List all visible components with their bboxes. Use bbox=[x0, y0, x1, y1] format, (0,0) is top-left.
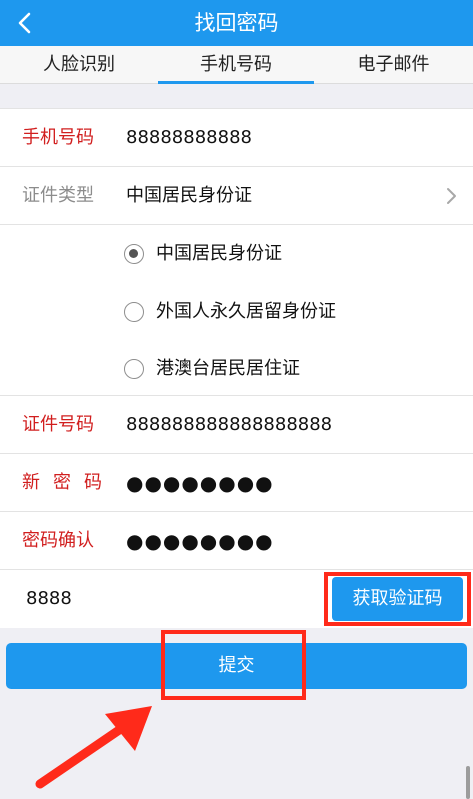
active-tab-indicator bbox=[158, 81, 314, 84]
confirm-password-label: 密码确认 bbox=[22, 530, 94, 551]
chevron-right-icon bbox=[447, 188, 456, 204]
recovery-form: 手机号码 88888888888 证件类型 中国居民身份证 中国居民身份证 外国… bbox=[0, 108, 473, 628]
id-type-label: 证件类型 bbox=[22, 185, 94, 206]
tab-bar: 人脸识别 手机号码 电子邮件 bbox=[0, 46, 473, 84]
id-option-label: 港澳台居民居住证 bbox=[156, 358, 300, 379]
new-password-label: 新密码 bbox=[22, 472, 115, 493]
id-number-label: 证件号码 bbox=[22, 414, 94, 435]
phone-row: 手机号码 88888888888 bbox=[0, 109, 473, 167]
header-bar: 找回密码 bbox=[0, 0, 473, 46]
new-password-row: 新密码 ●●●●●●●● bbox=[0, 454, 473, 512]
phone-input[interactable]: 88888888888 bbox=[126, 109, 252, 167]
id-option-label: 中国居民身份证 bbox=[156, 243, 282, 264]
id-type-row[interactable]: 证件类型 中国居民身份证 bbox=[0, 167, 473, 225]
new-password-input[interactable]: ●●●●●●●● bbox=[126, 454, 274, 512]
get-code-button[interactable]: 获取验证码 bbox=[332, 577, 463, 621]
id-type-value: 中国居民身份证 bbox=[126, 185, 252, 206]
confirm-password-row: 密码确认 ●●●●●●●● bbox=[0, 512, 473, 570]
id-option-label: 外国人永久居留身份证 bbox=[156, 301, 336, 322]
radio-checked-icon[interactable] bbox=[124, 244, 144, 264]
radio-unchecked-icon[interactable] bbox=[124, 359, 144, 379]
id-number-row: 证件号码 888888888888888888 bbox=[0, 396, 473, 454]
radio-unchecked-icon[interactable] bbox=[124, 302, 144, 322]
tab-email[interactable]: 电子邮件 bbox=[314, 46, 473, 84]
scrollbar[interactable] bbox=[466, 766, 470, 799]
page-title: 找回密码 bbox=[194, 11, 279, 35]
id-number-input[interactable]: 888888888888888888 bbox=[126, 396, 332, 454]
tab-phone-number[interactable]: 手机号码 bbox=[158, 46, 314, 84]
highlight-frame bbox=[161, 630, 306, 700]
id-type-options: 中国居民身份证 外国人永久居留身份证 港澳台居民居住证 bbox=[0, 225, 473, 396]
phone-label: 手机号码 bbox=[22, 127, 94, 148]
tab-face-recognition[interactable]: 人脸识别 bbox=[0, 46, 158, 84]
confirm-password-input[interactable]: ●●●●●●●● bbox=[126, 512, 274, 570]
verify-code-input[interactable]: 8888 bbox=[26, 570, 72, 628]
verify-code-row: 8888 获取验证码 bbox=[0, 570, 473, 628]
pointer-arrow-icon bbox=[35, 706, 152, 789]
